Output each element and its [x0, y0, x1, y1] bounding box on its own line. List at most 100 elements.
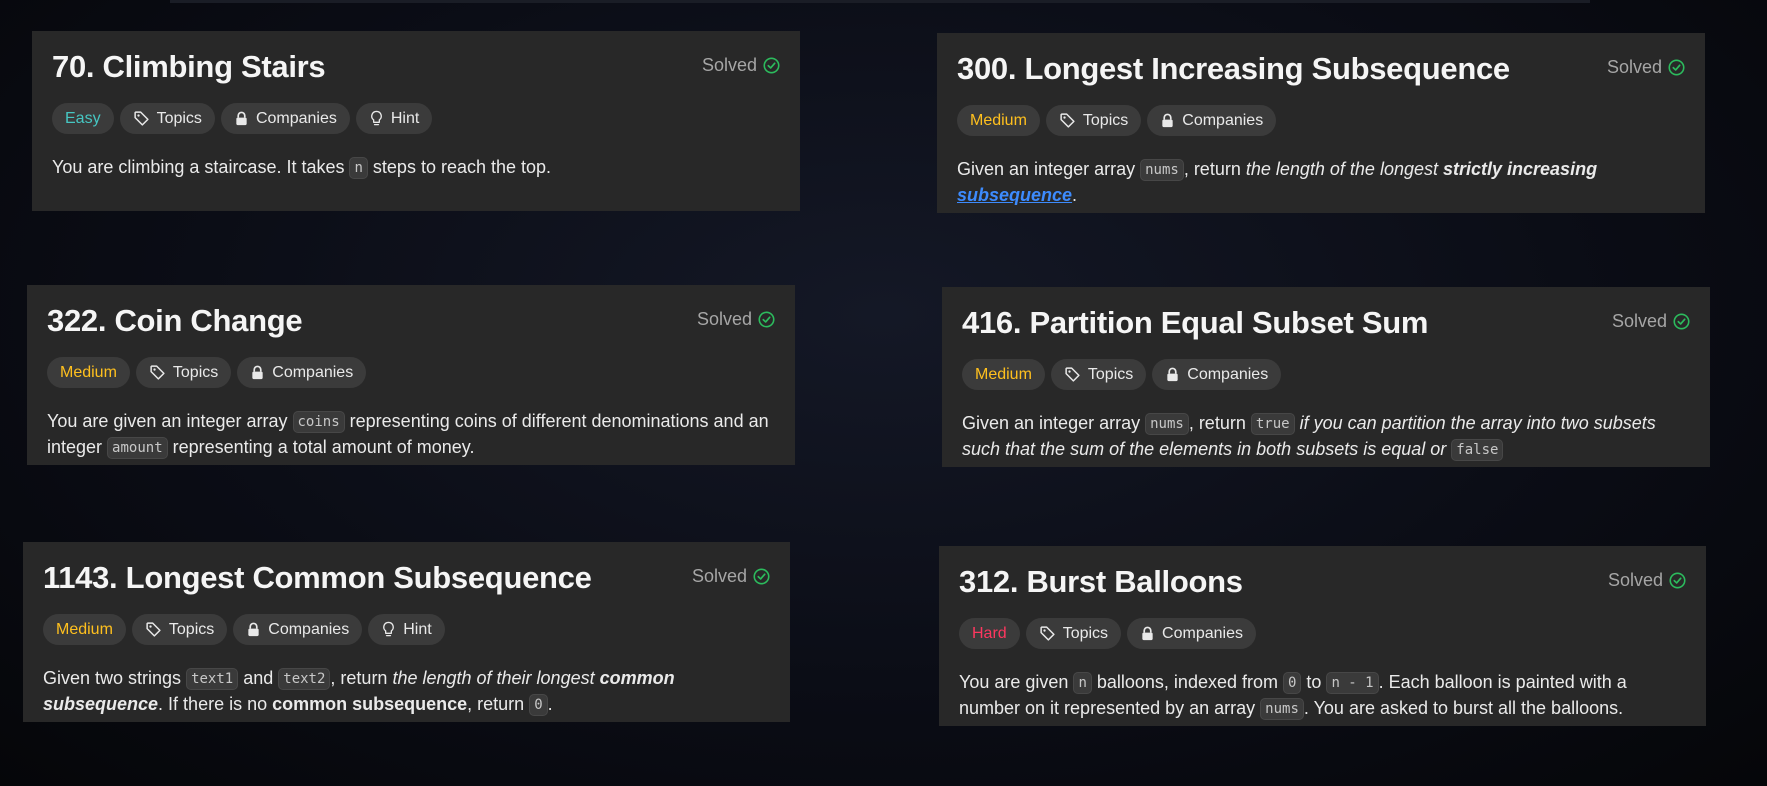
- companies-button[interactable]: Companies: [237, 357, 367, 388]
- topics-button[interactable]: Topics: [1050, 359, 1147, 390]
- topics-label: Topics: [1087, 365, 1134, 383]
- topics-label: Topics: [156, 109, 202, 127]
- companies-label: Companies: [268, 620, 350, 638]
- description-text: , return: [330, 668, 393, 688]
- problem-description: You are given an integer array coins rep…: [47, 408, 775, 460]
- problem-card[interactable]: 322. Coin Change Solved Medium Topics Compan…: [27, 285, 795, 465]
- problem-title[interactable]: 312. Burst Balloons: [959, 562, 1243, 602]
- problem-card[interactable]: 1143. Longest Common Subsequence Solved Me…: [23, 542, 790, 722]
- subsequence-link[interactable]: subsequence: [957, 185, 1072, 205]
- tag-row: Hard Topics Companies: [959, 618, 1686, 649]
- topics-label: Topics: [168, 620, 215, 638]
- problem-card[interactable]: 416. Partition Equal Subset Sum Solved Med…: [942, 287, 1710, 467]
- inline-code: n - 1: [1326, 672, 1379, 694]
- solved-label: Solved: [691, 566, 747, 586]
- solved-status: Solved: [697, 306, 775, 332]
- topics-button[interactable]: Topics: [119, 103, 215, 134]
- description-text: and: [238, 668, 279, 688]
- description-text: Given two strings: [43, 668, 187, 688]
- tag-row: Medium Topics Companies Hint: [43, 614, 770, 645]
- tag-row: Easy Topics Companies Hint: [52, 103, 780, 134]
- companies-label: Companies: [1162, 624, 1243, 642]
- topics-label: Topics: [1062, 624, 1109, 642]
- description-text: , return: [1188, 413, 1251, 433]
- inline-code: 0: [529, 694, 548, 716]
- solved-status: Solved: [1608, 567, 1686, 593]
- description-text: , return: [1183, 159, 1246, 179]
- lock-icon: [1140, 626, 1155, 641]
- solved-check-icon: [1668, 58, 1685, 76]
- top-divider: [170, 0, 1590, 3]
- description-text: .: [1072, 185, 1078, 205]
- problem-card[interactable]: 70. Climbing Stairs Solved Easy Topics Compa…: [32, 31, 800, 211]
- solved-status: Solved: [692, 563, 770, 589]
- description-text: You are given an integer array: [47, 411, 293, 431]
- description-text: steps to reach the top.: [367, 157, 552, 177]
- companies-label: Companies: [272, 363, 354, 381]
- solved-check-icon: [763, 56, 780, 74]
- inline-code: n: [349, 157, 368, 179]
- companies-button[interactable]: Companies: [233, 614, 363, 645]
- solved-label: Solved: [701, 55, 757, 75]
- card-header: 416. Partition Equal Subset Sum Solved: [962, 303, 1690, 343]
- lock-icon: [1165, 367, 1180, 382]
- solved-label: Solved: [696, 309, 752, 329]
- hint-button[interactable]: Hint: [368, 614, 445, 645]
- inline-code: amount: [107, 437, 168, 459]
- description-text: common subsequence: [272, 694, 468, 714]
- card-header: 300. Longest Increasing Subsequence Solve…: [957, 49, 1685, 89]
- lightbulb-icon: [381, 621, 396, 638]
- topics-button[interactable]: Topics: [1045, 105, 1142, 136]
- lightbulb-icon: [369, 110, 384, 127]
- problem-title[interactable]: 300. Longest Increasing Subsequence: [957, 49, 1510, 89]
- inline-code: false: [1451, 439, 1504, 461]
- companies-label: Companies: [1182, 111, 1264, 129]
- tag-row: Medium Topics Companies: [47, 357, 775, 388]
- inline-code: nums: [1145, 413, 1189, 435]
- solved-check-icon: [758, 310, 775, 328]
- tag-icon: [1059, 112, 1076, 129]
- companies-button[interactable]: Companies: [1127, 618, 1256, 649]
- companies-button[interactable]: Companies: [220, 103, 350, 134]
- hint-button[interactable]: Hint: [355, 103, 433, 134]
- problem-description: Given an integer array nums, return the …: [957, 156, 1685, 208]
- difficulty-badge: Medium: [43, 614, 126, 645]
- solved-check-icon: [1673, 312, 1690, 330]
- inline-code: text2: [278, 668, 331, 690]
- problem-card[interactable]: 300. Longest Increasing Subsequence Solve…: [937, 33, 1705, 213]
- problem-title[interactable]: 1143. Longest Common Subsequence: [43, 558, 592, 598]
- hint-label: Hint: [390, 109, 420, 127]
- description-text: . If there is no: [158, 694, 273, 714]
- problem-card[interactable]: 312. Burst Balloons Solved Hard Topics Compa…: [939, 546, 1706, 726]
- tag-icon: [133, 110, 150, 127]
- difficulty-badge: Medium: [962, 359, 1045, 390]
- difficulty-badge: Hard: [959, 618, 1020, 649]
- inline-code: nums: [1260, 698, 1304, 720]
- description-text: Given an integer array: [962, 413, 1146, 433]
- problem-description: Given two strings text1 and text2, retur…: [43, 665, 770, 717]
- problem-title[interactable]: 416. Partition Equal Subset Sum: [962, 303, 1428, 343]
- description-text: Given an integer array: [957, 159, 1141, 179]
- inline-code: 0: [1282, 672, 1302, 694]
- description-text: representing a total amount of money.: [167, 437, 475, 457]
- companies-button[interactable]: Companies: [1152, 359, 1282, 390]
- tag-icon: [149, 364, 166, 381]
- tag-icon: [1064, 366, 1081, 383]
- problem-description: You are climbing a staircase. It takes n…: [52, 154, 780, 180]
- description-text: You are climbing a staircase. It takes: [52, 157, 350, 177]
- description-text: to: [1301, 672, 1327, 692]
- problem-title[interactable]: 322. Coin Change: [47, 301, 303, 341]
- hint-label: Hint: [403, 620, 432, 638]
- topics-button[interactable]: Topics: [131, 614, 228, 645]
- problem-description: Given an integer array nums, return true…: [962, 410, 1690, 462]
- problem-title[interactable]: 70. Climbing Stairs: [52, 47, 326, 87]
- card-header: 312. Burst Balloons Solved: [959, 562, 1686, 602]
- description-text: , return: [467, 694, 530, 714]
- topics-button[interactable]: Topics: [1025, 618, 1122, 649]
- companies-button[interactable]: Companies: [1147, 105, 1277, 136]
- topics-label: Topics: [1082, 111, 1129, 129]
- description-text: balloons, indexed from: [1091, 672, 1283, 692]
- solved-check-icon: [753, 567, 770, 585]
- tag-icon: [145, 621, 162, 638]
- topics-button[interactable]: Topics: [135, 357, 232, 388]
